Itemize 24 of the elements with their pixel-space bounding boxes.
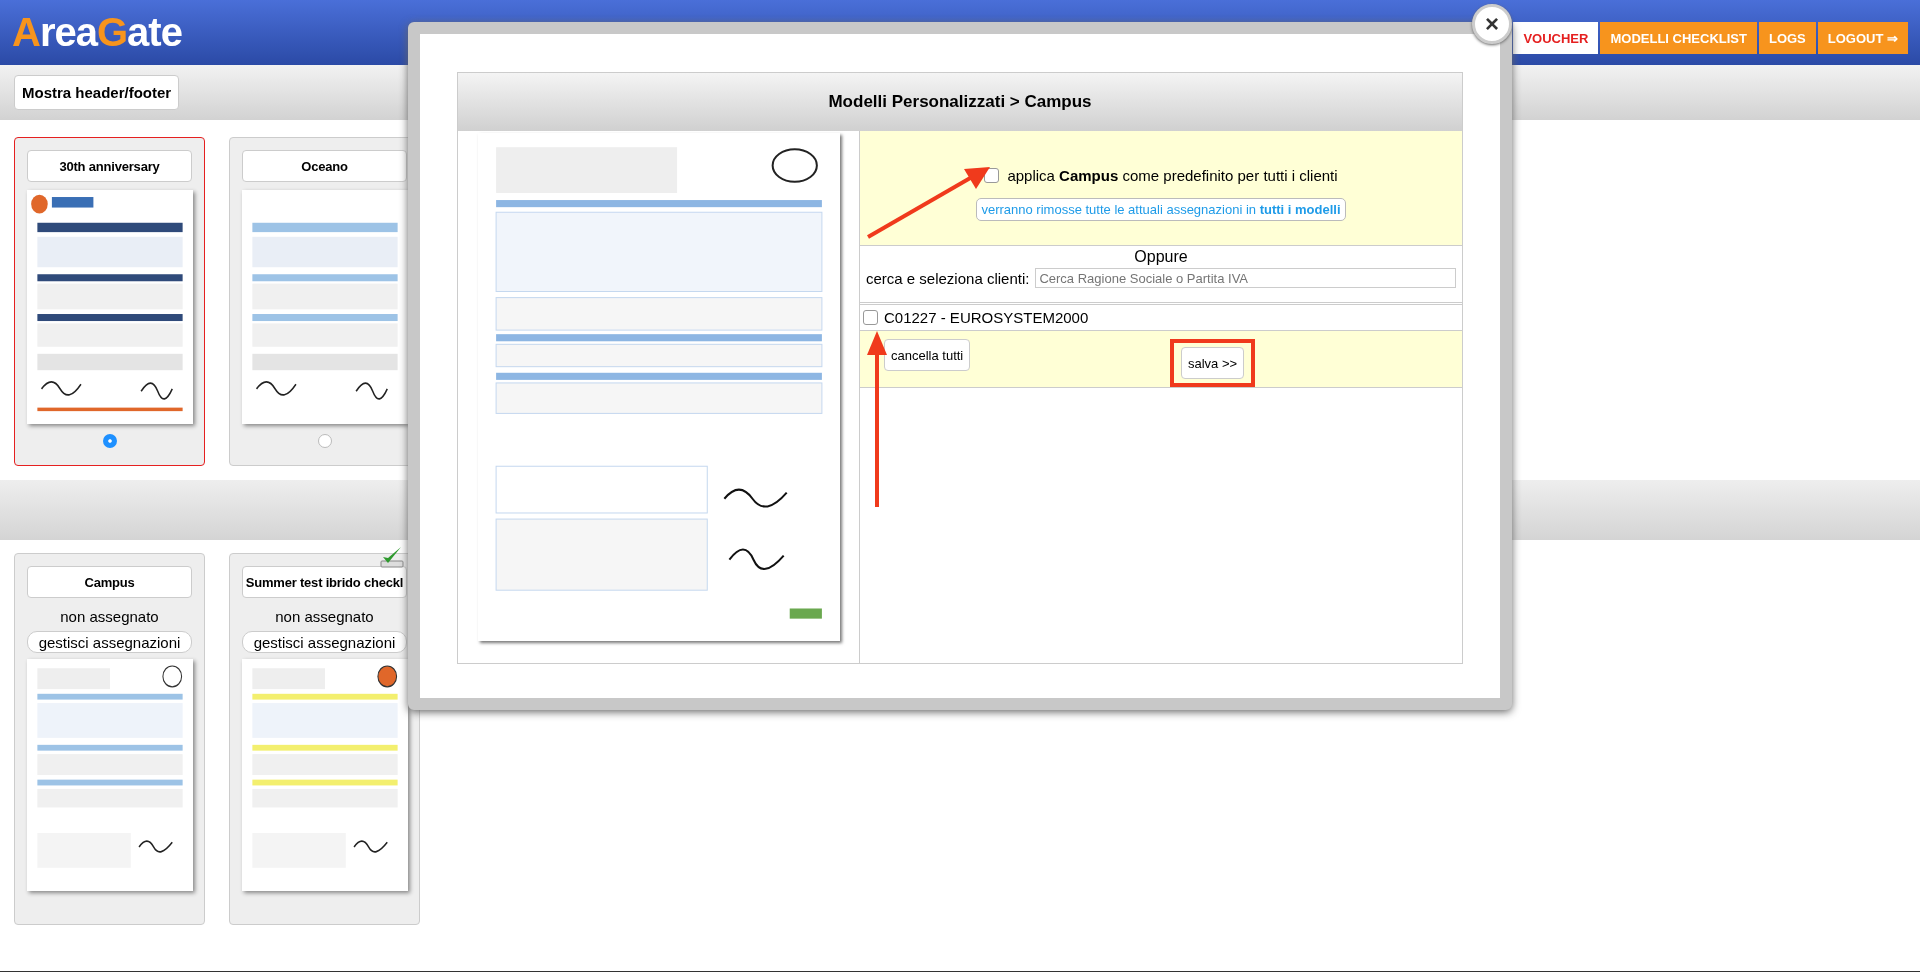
warning-note: verranno rimosse tutte le attuali assegnazioni in tutti i modelli (976, 198, 1346, 221)
radio-button[interactable] (317, 434, 332, 448)
assign-button[interactable]: gestisci assegnazioni (242, 631, 407, 653)
checkbox-label: applica Campus come predefinito per tutti i clienti (1007, 167, 1338, 184)
template-title: Campus (27, 566, 192, 598)
template-title: Summer test ibrido checkl (242, 566, 407, 598)
save-button[interactable]: salva >> (1181, 347, 1245, 379)
nav-button[interactable]: VOUCHER (1513, 22, 1599, 54)
client-label: C01227 - EUROSYSTEM2000 (884, 309, 1089, 326)
logo: AreaGate (12, 10, 182, 55)
status-text: non assegnato (60, 608, 159, 625)
dialog-title: Modelli Personalizzati > Campus (458, 73, 1462, 131)
template-title: 30th anniversary (27, 150, 192, 182)
clear-button[interactable]: cancella tutti (884, 339, 971, 371)
assign-button[interactable]: gestisci assegnazioni (27, 631, 192, 653)
template-card[interactable]: 30th anniversary (14, 137, 205, 466)
search-field[interactable]: Cerca Ragione Sociale o Partita IVA (1035, 268, 1456, 288)
radio-button[interactable] (102, 434, 117, 448)
toggle-button[interactable]: Mostra header/footer (14, 75, 180, 110)
search-label: cerca e seleziona clienti: (866, 269, 1030, 287)
separator-text: Oppure (1133, 248, 1189, 266)
checkbox[interactable] (863, 310, 878, 325)
status-text: non assegnato (275, 608, 374, 625)
template-title: Oceano (242, 150, 407, 182)
